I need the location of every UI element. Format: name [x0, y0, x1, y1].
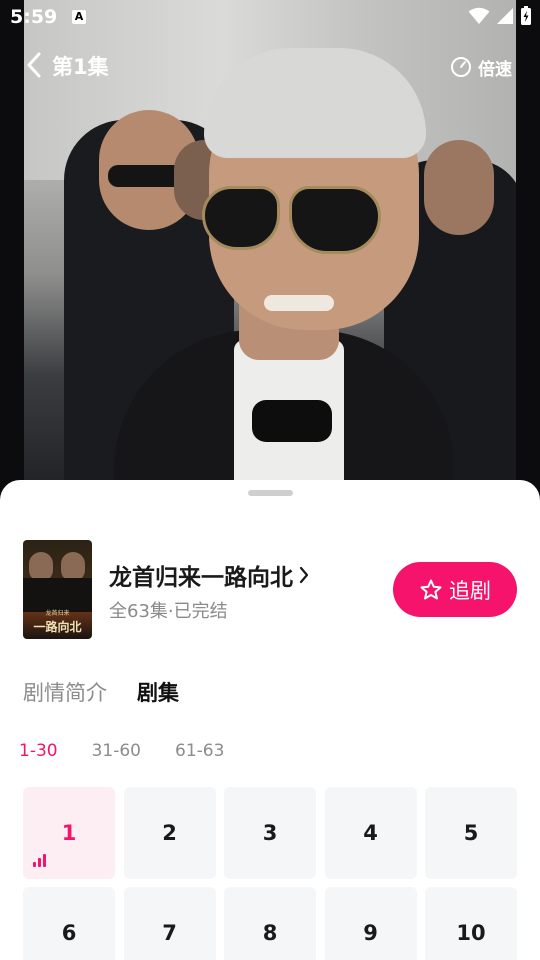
- tab-synopsis[interactable]: 剧情简介: [23, 677, 107, 707]
- episode-grid: 1 2 3 4 5 6 7 8 9 10: [23, 787, 517, 960]
- star-icon: [419, 578, 443, 602]
- episode-cell[interactable]: 4: [324, 787, 417, 879]
- range-1-30[interactable]: 1-30: [19, 741, 58, 761]
- chevron-left-icon: [26, 52, 42, 82]
- episode-number: 2: [162, 821, 177, 845]
- follow-label: 追剧: [449, 578, 491, 603]
- now-playing-icon: [33, 854, 46, 867]
- tab-bar: 剧情简介 剧集: [23, 677, 179, 707]
- speedometer-icon: [450, 56, 472, 78]
- signal-icon: [496, 7, 514, 29]
- episode-sheet: 龙首归来 一路向北 龙首归来一路向北 全63集·已完结 追剧 剧情简介 剧集 1…: [0, 480, 540, 960]
- episode-number: 9: [363, 921, 378, 945]
- range-61-63[interactable]: 61-63: [175, 741, 224, 761]
- episode-cell[interactable]: 2: [123, 787, 216, 879]
- episode-number: 6: [61, 921, 77, 945]
- episode-cell[interactable]: 6: [23, 887, 115, 960]
- episode-cell[interactable]: 5: [425, 787, 517, 879]
- back-button[interactable]: [20, 52, 48, 82]
- episode-cell[interactable]: 7: [123, 887, 216, 960]
- episode-cell[interactable]: 9: [324, 887, 417, 960]
- follow-button[interactable]: 追剧: [393, 562, 517, 617]
- episode-cell[interactable]: 8: [224, 887, 316, 960]
- chevron-right-icon: [299, 566, 309, 584]
- drama-title: 龙首归来一路向北: [109, 565, 293, 591]
- speed-label: 倍速: [478, 59, 512, 80]
- speed-button[interactable]: 倍速: [450, 54, 512, 80]
- episode-cell[interactable]: 1: [23, 787, 115, 879]
- episode-cell[interactable]: 10: [425, 887, 517, 960]
- episode-number: 10: [456, 921, 486, 945]
- episode-number: 3: [262, 821, 278, 845]
- drama-title-link[interactable]: 龙首归来一路向北: [109, 558, 309, 592]
- episode-number: 4: [363, 821, 378, 845]
- drama-poster[interactable]: 龙首归来 一路向北: [23, 540, 92, 639]
- episode-title: 第1集: [52, 55, 109, 79]
- tab-episodes[interactable]: 剧集: [137, 677, 179, 707]
- battery-icon: [520, 6, 532, 30]
- notification-icon: A: [72, 10, 86, 24]
- episode-number: 5: [463, 821, 479, 845]
- wifi-icon: [468, 7, 490, 29]
- range-31-60[interactable]: 31-60: [92, 741, 141, 761]
- episode-range-selector: 1-30 31-60 61-63: [19, 741, 224, 761]
- status-time: 5:59: [10, 6, 58, 28]
- poster-title-text: 一路向北: [33, 620, 82, 634]
- episode-number: 7: [162, 921, 177, 945]
- poster-small-text: 龙首归来: [45, 610, 70, 617]
- status-bar: 5:59 A: [0, 0, 540, 36]
- drag-handle[interactable]: [248, 490, 293, 496]
- episode-number: 1: [61, 821, 77, 845]
- drama-subtitle: 全63集·已完结: [109, 601, 228, 622]
- episode-number: 8: [262, 921, 278, 945]
- episode-cell[interactable]: 3: [224, 787, 316, 879]
